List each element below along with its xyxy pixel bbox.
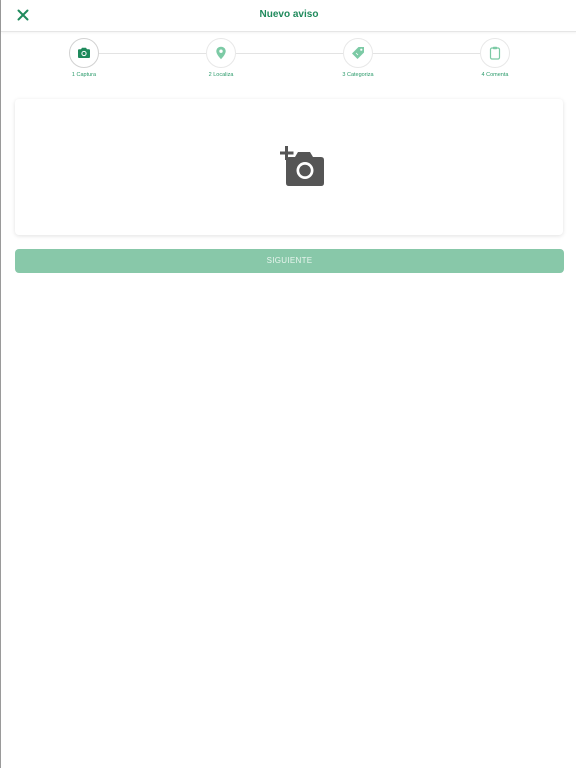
step-circle	[69, 38, 99, 68]
clipboard-icon	[489, 46, 501, 60]
step-label: 4 Comenta	[481, 72, 509, 78]
step-capture[interactable]: 1 Captura	[39, 38, 129, 78]
add-photo-icon	[279, 146, 324, 186]
page-title: Nuevo aviso	[259, 9, 319, 20]
step-comment[interactable]: 4 Comenta	[450, 38, 540, 78]
add-photo-button[interactable]	[279, 146, 326, 188]
photo-card[interactable]	[15, 99, 563, 235]
step-circle	[480, 38, 510, 68]
tag-icon	[352, 47, 364, 59]
step-label: 1 Captura	[71, 72, 97, 78]
step-circle	[206, 38, 236, 68]
camera-icon	[78, 47, 90, 58]
new-report-screen: Nuevo aviso 1 Captura 2 Localiza 3 Categ…	[0, 0, 576, 768]
step-label: 2 Localiza	[208, 72, 234, 78]
step-circle	[343, 38, 373, 68]
step-progress: 1 Captura 2 Localiza 3 Categoriza 4 Come…	[1, 38, 576, 88]
next-button[interactable]: SIGUIENTE	[15, 249, 564, 273]
location-pin-icon	[216, 46, 226, 60]
step-categorize[interactable]: 3 Categoriza	[313, 38, 403, 78]
step-locate[interactable]: 2 Localiza	[176, 38, 266, 78]
header-bar: Nuevo aviso	[1, 0, 576, 32]
step-label: 3 Categoriza	[342, 72, 374, 78]
